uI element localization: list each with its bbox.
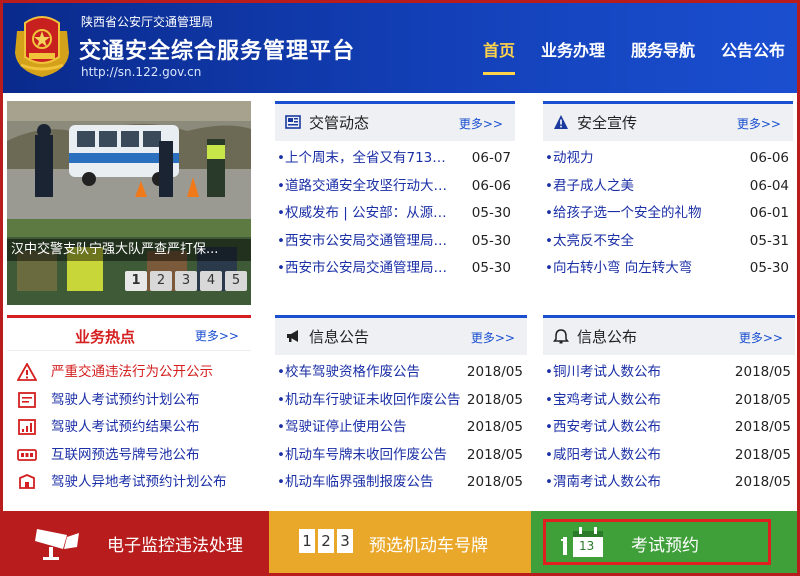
nav-business[interactable]: 业务办理 bbox=[541, 37, 605, 69]
monitor-violation-label: 电子监控违法处理 bbox=[107, 536, 243, 556]
list-item[interactable]: 太亮反不安全05-31 bbox=[543, 228, 793, 256]
traffic-news-list: 上个周末，全省又有713只...06-07 道路交通安全攻坚行动大曝...06-… bbox=[275, 141, 515, 283]
business-hot-panel: 业务热点 更多>> 严重交通违法行为公开公示 驾驶人考试预约计划公布 驾驶人考试… bbox=[7, 315, 251, 505]
publish-title: 信息公布 bbox=[577, 328, 638, 346]
remote-exam-icon bbox=[19, 474, 35, 489]
publish-panel: 信息公布 更多>> 铜川考试人数公布2018/05 宝鸡考试人数公布2018/0… bbox=[543, 315, 795, 505]
list-item[interactable]: 驾驶人考试预约计划公布 bbox=[7, 387, 251, 415]
list-item[interactable]: 宝鸡考试人数公布2018/05 bbox=[543, 387, 795, 415]
warning-icon bbox=[554, 115, 568, 129]
slide-caption[interactable]: 汉中交警支队宁强大队严查严打保... bbox=[7, 239, 251, 261]
safety-panel: 安全宣传 更多>> 动视力06-06 君子成人之美06-04 给孩子选一个安全的… bbox=[543, 101, 793, 291]
list-item[interactable]: 严重交通违法行为公开公示 bbox=[7, 359, 251, 387]
violation-icon bbox=[17, 363, 37, 381]
traffic-news-title: 交管动态 bbox=[309, 114, 370, 132]
list-item[interactable]: 互联网预选号牌号池公布 bbox=[7, 442, 251, 470]
exam-result-icon bbox=[18, 419, 36, 435]
slide-pager: 1 2 3 4 5 bbox=[125, 271, 247, 291]
org-name: 陕西省公安厅交通管理局 bbox=[81, 15, 214, 29]
business-hot-more-link[interactable]: 更多>> bbox=[195, 327, 239, 344]
calendar-day: 13 bbox=[579, 539, 595, 553]
list-item[interactable]: 给孩子选一个安全的礼物06-01 bbox=[543, 200, 793, 228]
list-item[interactable]: 向右转小弯 向左转大弯05-30 bbox=[543, 255, 793, 283]
traffic-news-more-link[interactable]: 更多>> bbox=[459, 115, 503, 132]
traffic-news-panel: 交管动态 更多>> 上个周末，全省又有713只...06-07 道路交通安全攻坚… bbox=[275, 101, 515, 291]
exam-plan-icon bbox=[18, 391, 36, 408]
list-item[interactable]: 驾驶人异地考试预约计划公布 bbox=[7, 469, 251, 497]
list-item[interactable]: 铜川考试人数公布2018/05 bbox=[543, 359, 795, 387]
publish-more-link[interactable]: 更多>> bbox=[739, 329, 783, 346]
notice-list: 校车驾驶资格作废公告2018/05 机动车行驶证未收回作废公告2018/05 驾… bbox=[275, 355, 527, 497]
notice-more-link[interactable]: 更多>> bbox=[471, 329, 515, 346]
slide-dot-1[interactable]: 1 bbox=[125, 271, 147, 291]
safety-header: 安全宣传 更多>> bbox=[543, 101, 793, 141]
exam-appointment-button[interactable]: 13 考试预约 bbox=[531, 511, 797, 573]
license-plate-icon bbox=[17, 448, 37, 461]
list-item[interactable]: 西安考试人数公布2018/05 bbox=[543, 414, 795, 442]
list-item[interactable]: 驾驶人考试预约结果公布 bbox=[7, 414, 251, 442]
notice-panel: 信息公告 更多>> 校车驾驶资格作废公告2018/05 机动车行驶证未收回作废公… bbox=[275, 315, 527, 505]
list-item[interactable]: 权威发布 | 公安部：从源头...05-30 bbox=[275, 200, 515, 228]
list-item[interactable]: 渭南考试人数公布2018/05 bbox=[543, 469, 795, 497]
publish-list: 铜川考试人数公布2018/05 宝鸡考试人数公布2018/05 西安考试人数公布… bbox=[543, 355, 795, 497]
business-hot-header: 业务热点 更多>> bbox=[7, 315, 251, 351]
preselect-plate-label: 预选机动车号牌 bbox=[369, 536, 488, 556]
main-nav: 首页 业务办理 服务导航 公告公布 bbox=[457, 37, 785, 75]
notice-header: 信息公告 更多>> bbox=[275, 315, 527, 355]
list-item[interactable]: 机动车临界强制报废公告2018/05 bbox=[275, 469, 527, 497]
list-item[interactable]: 机动车号牌未收回作废公告2018/05 bbox=[275, 442, 527, 470]
traffic-news-header: 交管动态 更多>> bbox=[275, 101, 515, 141]
camera-icon bbox=[35, 529, 79, 560]
nav-announcements[interactable]: 公告公布 bbox=[721, 37, 785, 69]
exam-appointment-label: 考试预约 bbox=[631, 536, 699, 556]
list-item[interactable]: 机动车行驶证未收回作废公告2018/05 bbox=[275, 387, 527, 415]
list-item[interactable]: 君子成人之美06-04 bbox=[543, 173, 793, 201]
slide-dot-4[interactable]: 4 bbox=[200, 271, 222, 291]
list-item[interactable]: 道路交通安全攻坚行动大曝...06-06 bbox=[275, 173, 515, 201]
nav-home[interactable]: 首页 bbox=[482, 37, 515, 75]
monitor-violation-button[interactable]: 电子监控违法处理 bbox=[3, 511, 269, 573]
list-item[interactable]: 咸阳考试人数公布2018/05 bbox=[543, 442, 795, 470]
news-slideshow[interactable]: 汉中交警支队宁强大队严查严打保... 1 2 3 4 5 bbox=[7, 101, 251, 305]
list-item[interactable]: 上个周末，全省又有713只...06-07 bbox=[275, 145, 515, 173]
safety-more-link[interactable]: 更多>> bbox=[737, 115, 781, 132]
slide-dot-2[interactable]: 2 bbox=[150, 271, 172, 291]
safety-title: 安全宣传 bbox=[577, 114, 638, 132]
site-url[interactable]: http://sn.122.gov.cn bbox=[81, 65, 201, 79]
notice-title: 信息公告 bbox=[309, 328, 370, 346]
list-item[interactable]: 动视力06-06 bbox=[543, 145, 793, 173]
news-icon bbox=[285, 115, 301, 129]
business-hot-title: 业务热点 bbox=[75, 328, 136, 346]
site-header: 陕西省公安厅交通管理局 交通安全综合服务管理平台 http://sn.122.g… bbox=[3, 3, 797, 93]
list-item[interactable]: 驾驶证停止使用公告2018/05 bbox=[275, 414, 527, 442]
slide-dot-5[interactable]: 5 bbox=[225, 271, 247, 291]
plate-digits-icon: 1 2 3 bbox=[299, 529, 353, 553]
preselect-plate-button[interactable]: 1 2 3 预选机动车号牌 bbox=[269, 511, 531, 573]
list-item[interactable]: 校车驾驶资格作废公告2018/05 bbox=[275, 359, 527, 387]
nav-service-guide[interactable]: 服务导航 bbox=[631, 37, 695, 69]
megaphone-icon bbox=[287, 330, 298, 342]
publish-header: 信息公布 更多>> bbox=[543, 315, 795, 355]
bell-icon bbox=[553, 329, 569, 344]
slide-dot-3[interactable]: 3 bbox=[175, 271, 197, 291]
page: 陕西省公安厅交通管理局 交通安全综合服务管理平台 http://sn.122.g… bbox=[3, 3, 797, 573]
list-item[interactable]: 西安市公安局交通管理局关...05-30 bbox=[275, 255, 515, 283]
list-item[interactable]: 西安市公安局交通管理局关...05-30 bbox=[275, 228, 515, 256]
platform-title: 交通安全综合服务管理平台 bbox=[79, 39, 356, 64]
safety-list: 动视力06-06 君子成人之美06-04 给孩子选一个安全的礼物06-01 太亮… bbox=[543, 141, 793, 283]
business-hot-list: 严重交通违法行为公开公示 驾驶人考试预约计划公布 驾驶人考试预约结果公布 互联网… bbox=[7, 351, 251, 497]
police-emblem-icon bbox=[15, 16, 69, 77]
